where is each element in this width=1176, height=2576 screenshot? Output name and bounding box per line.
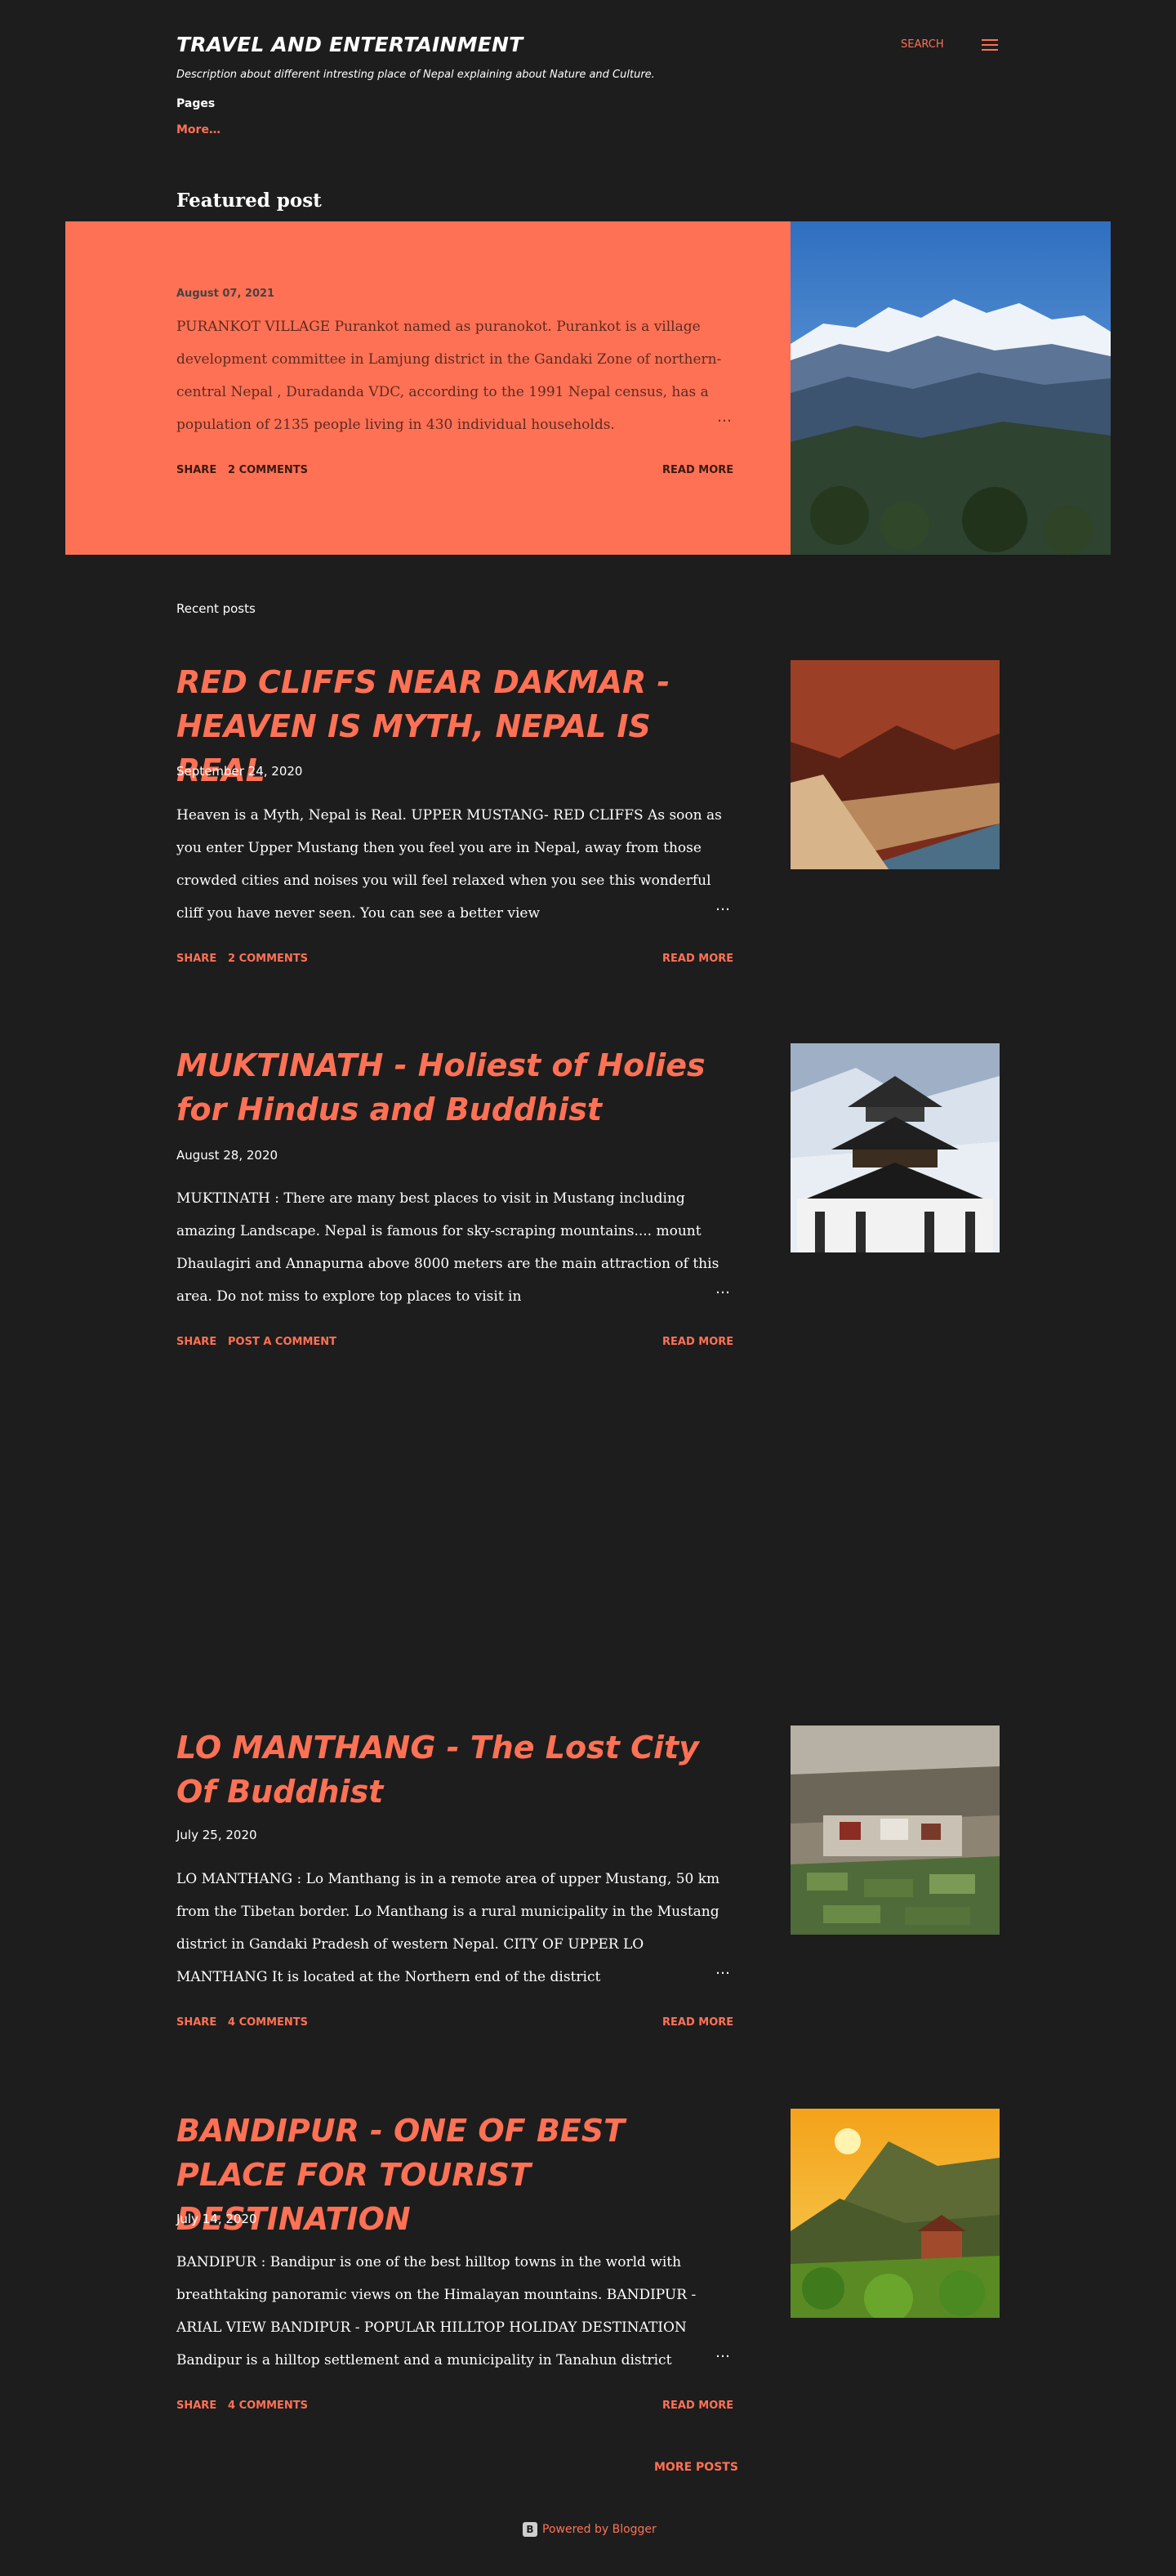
hilltop-sunset-image [791, 2109, 1000, 2318]
featured-post-ellipsis: … [714, 408, 732, 426]
featured-post-date[interactable]: August 07, 2021 [176, 288, 274, 300]
read-more-link[interactable]: READ MORE [662, 2016, 733, 2029]
post-ellipsis: … [710, 1280, 730, 1297]
post-snippet: Heaven is a Myth, Nepal is Real. UPPER M… [176, 807, 722, 922]
share-button[interactable]: SHARE [176, 1336, 216, 1348]
post-date[interactable]: September 24, 2020 [176, 764, 302, 779]
featured-share-button[interactable]: SHARE [176, 464, 216, 476]
post-ellipsis: … [710, 2344, 730, 2361]
featured-comments-link[interactable]: 2 COMMENTS [228, 464, 308, 476]
share-button[interactable]: SHARE [176, 2400, 216, 2412]
read-more-link[interactable]: READ MORE [662, 953, 733, 965]
post-title[interactable]: MUKTINATH - Holiest of Holies for Hindus… [176, 1043, 740, 1132]
share-button[interactable]: SHARE [176, 2016, 216, 2029]
site-description: Description about different intresting p… [176, 69, 655, 81]
footer: B Powered by Blogger [523, 2522, 657, 2537]
post-date[interactable]: July 25, 2020 [176, 1828, 257, 1842]
post-ellipsis: … [710, 1961, 730, 1978]
post-snippet: BANDIPUR : Bandipur is one of the best h… [176, 2254, 697, 2368]
post-snippet: MUKTINATH : There are many best places t… [176, 1190, 719, 1305]
read-more-link[interactable]: READ MORE [662, 2400, 733, 2412]
hamburger-menu-icon[interactable] [982, 38, 998, 51]
comments-link[interactable]: 2 COMMENTS [228, 953, 308, 965]
read-more-link[interactable]: READ MORE [662, 1336, 733, 1348]
featured-heading: Featured post [176, 190, 322, 212]
post-title[interactable]: BANDIPUR - ONE OF BEST PLACE FOR TOURIST… [176, 2109, 740, 2241]
post-title[interactable]: LO MANTHANG - The Lost City Of Buddhist [176, 1726, 740, 1814]
recent-posts-heading: Recent posts [176, 601, 256, 616]
more-pages-link[interactable]: More… [176, 123, 220, 136]
featured-post-snippet: PURANKOT VILLAGE Purankot named as puran… [176, 319, 722, 433]
site-title[interactable]: TRAVEL AND ENTERTAINMENT [176, 33, 523, 56]
powered-by-link[interactable]: Powered by Blogger [542, 2523, 657, 2536]
comments-link[interactable]: POST A COMMENT [228, 1336, 336, 1348]
temple-image [791, 1043, 1000, 1252]
featured-post-image[interactable] [791, 221, 1111, 555]
red-cliffs-image [791, 660, 1000, 869]
post-thumbnail[interactable] [791, 660, 1000, 869]
comments-link[interactable]: 4 COMMENTS [228, 2016, 308, 2029]
post-thumbnail[interactable] [791, 1726, 1000, 1935]
post-date[interactable]: August 28, 2020 [176, 1148, 278, 1163]
more-posts-button[interactable]: MORE POSTS [654, 2461, 738, 2474]
post-thumbnail[interactable] [791, 2109, 1000, 2318]
comments-link[interactable]: 4 COMMENTS [228, 2400, 308, 2412]
post-snippet: LO MANTHANG : Lo Manthang is in a remote… [176, 1871, 720, 1985]
search-button[interactable]: SEARCH [901, 38, 944, 51]
walled-city-image [791, 1726, 1000, 1935]
post-ellipsis: … [710, 897, 730, 914]
blogger-icon[interactable]: B [523, 2522, 537, 2537]
share-button[interactable]: SHARE [176, 953, 216, 965]
featured-read-more-link[interactable]: READ MORE [662, 464, 733, 476]
pages-label: Pages [176, 97, 216, 110]
mountain-landscape-image [791, 221, 1111, 555]
post-thumbnail[interactable] [791, 1043, 1000, 1252]
post-date[interactable]: July 14, 2020 [176, 2212, 257, 2226]
page: TRAVEL AND ENTERTAINMENT Description abo… [0, 0, 1176, 2576]
